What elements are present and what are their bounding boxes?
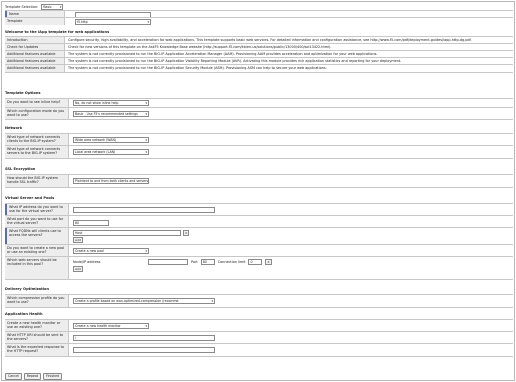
compression-row: Which compression profile do you want to…	[5, 294, 513, 308]
chevron-down-icon: ▾	[211, 299, 213, 303]
template-dropdown[interactable]: f5.http ▾	[75, 18, 151, 25]
repeat-button[interactable]: Repeat	[23, 373, 42, 380]
node-port-input[interactable]: 80	[200, 259, 215, 265]
network-title: Network	[5, 126, 23, 130]
chevron-down-icon: ▾	[145, 150, 147, 154]
connection-limit-label: Connection limit	[217, 260, 246, 264]
member-add-button[interactable]: Add	[73, 266, 83, 272]
template-selection-label: Template Selection:	[5, 5, 39, 9]
chevron-down-icon: ▾	[147, 19, 149, 24]
chevron-down-icon: ▾	[145, 138, 147, 142]
vs-port-input[interactable]: 80	[73, 220, 109, 226]
monitor-dropdown[interactable]: Create a new health monitor ▾	[73, 323, 149, 329]
chevron-down-icon: ▾	[145, 112, 147, 116]
node-ip-input[interactable]	[148, 259, 188, 265]
connection-limit-input[interactable]: 0	[248, 259, 263, 265]
chevron-down-icon: ▾	[145, 249, 147, 253]
fqdn-host-input[interactable]: Host	[73, 230, 181, 236]
pool-dropdown[interactable]: Create a new pool ▾	[73, 248, 149, 254]
member-remove-button[interactable]: X	[265, 259, 272, 265]
health-title: Application Health	[5, 312, 43, 316]
template-row: Template f5.http ▾	[5, 17, 513, 25]
template-label: Template	[5, 18, 65, 25]
bottom-buttons: Cancel Repeat Finished	[5, 373, 63, 380]
template-options-title: Template Options	[5, 91, 41, 95]
node-ip-label: Node/IP address	[73, 260, 101, 264]
chevron-down-icon: ▾	[145, 324, 147, 328]
config-mode-dropdown[interactable]: Basic - Use F5's recommended settings ▾	[73, 111, 149, 117]
template-frame: Template Selection: Basic ▾ Name Template…	[1, 1, 515, 381]
server-network-row: What type of network connects servers to…	[5, 145, 513, 159]
welcome-row: Additional features available The system …	[5, 64, 513, 73]
ssl-dropdown[interactable]: Plaintext to and from both clients and s…	[73, 178, 149, 184]
finished-button[interactable]: Finished	[43, 373, 63, 380]
chevron-down-icon: ▾	[145, 101, 147, 105]
delivery-title: Delivery Optimization	[5, 287, 50, 291]
client-network-dropdown[interactable]: Wide area network (WAN) ▾	[73, 137, 149, 143]
pool-members-row: Which web servers should be included in …	[5, 256, 513, 280]
response-row: What is the expected response to the HTT…	[5, 343, 513, 357]
fqdn-remove-button[interactable]: X	[183, 230, 190, 236]
chevron-down-icon: ▾	[59, 5, 62, 9]
fqdn-row: What FQDNs will clients use to access th…	[5, 227, 513, 245]
uri-input[interactable]: /	[73, 335, 215, 341]
vs-title: Virtual Server and Pools	[5, 196, 55, 200]
vs-ip-input[interactable]	[73, 207, 215, 213]
fqdn-add-button[interactable]: Add	[73, 237, 83, 243]
welcome-title: Welcome to the iApp template for web app…	[5, 30, 110, 34]
ssl-title: SSL Encryption	[5, 167, 36, 171]
port-label: Port	[191, 260, 198, 264]
ssl-row: How should the BIG-IP system handle SSL …	[5, 174, 513, 188]
compression-dropdown[interactable]: Create a profile based on wan-optimized-…	[73, 298, 215, 304]
cancel-button[interactable]: Cancel	[5, 373, 22, 380]
inline-help-dropdown[interactable]: No, do not show inline help ▾	[73, 100, 149, 106]
response-input[interactable]	[73, 347, 215, 353]
config-mode-row: Which configuration mode do you want to …	[5, 107, 513, 120]
server-network-dropdown[interactable]: Local area network (LAN) ▾	[73, 149, 149, 155]
